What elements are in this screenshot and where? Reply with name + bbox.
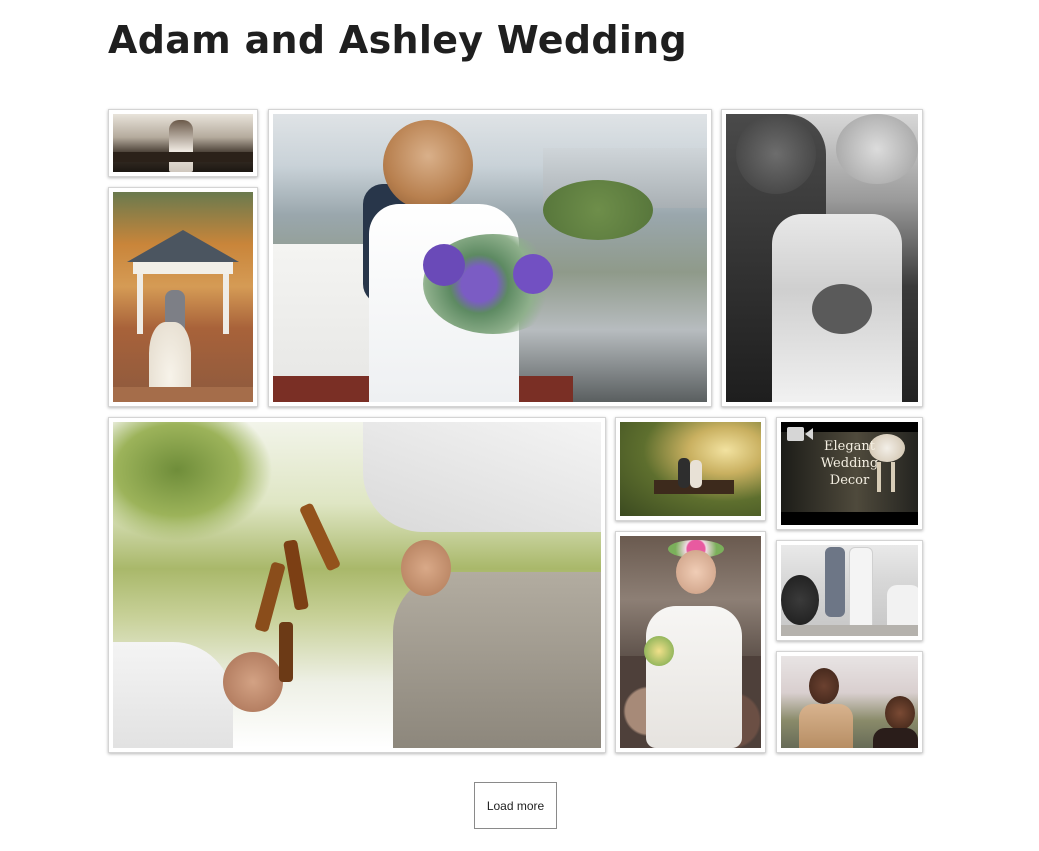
load-more-button[interactable]: Load more [474, 782, 557, 829]
groomsmen-photo-image [113, 422, 601, 748]
gallery-photo-bench[interactable] [615, 417, 766, 521]
gallery-photo-bouquet[interactable] [268, 109, 712, 407]
gallery-photo-chapel[interactable] [108, 109, 258, 177]
gallery-photo-bride-rocks[interactable] [615, 531, 766, 753]
gallery-video-decor[interactable]: Elegant Wedding Decor [776, 417, 923, 530]
gallery-photo-aisle[interactable] [776, 540, 923, 641]
aisle-photo-image [781, 545, 918, 636]
gazebo-photo-image [113, 192, 253, 402]
chapel-photo-image [113, 114, 253, 172]
smiling-couple-photo-image [781, 656, 918, 748]
gallery-photo-gazebo[interactable] [108, 187, 258, 407]
page-title: Adam and Ashley Wedding [108, 18, 687, 62]
gallery-photo-smiling-couple[interactable] [776, 651, 923, 753]
bouquet-photo-image [273, 114, 707, 402]
bw-couple-photo-image [726, 114, 918, 402]
gallery-photo-groomsmen-toast[interactable] [108, 417, 606, 753]
bride-rocks-photo-image [620, 536, 761, 748]
decor-video-thumbnail: Elegant Wedding Decor [781, 422, 918, 525]
video-caption: Elegant Wedding Decor [820, 439, 879, 488]
gallery-photo-bw-couple[interactable] [721, 109, 923, 407]
bench-photo-image [620, 422, 761, 516]
